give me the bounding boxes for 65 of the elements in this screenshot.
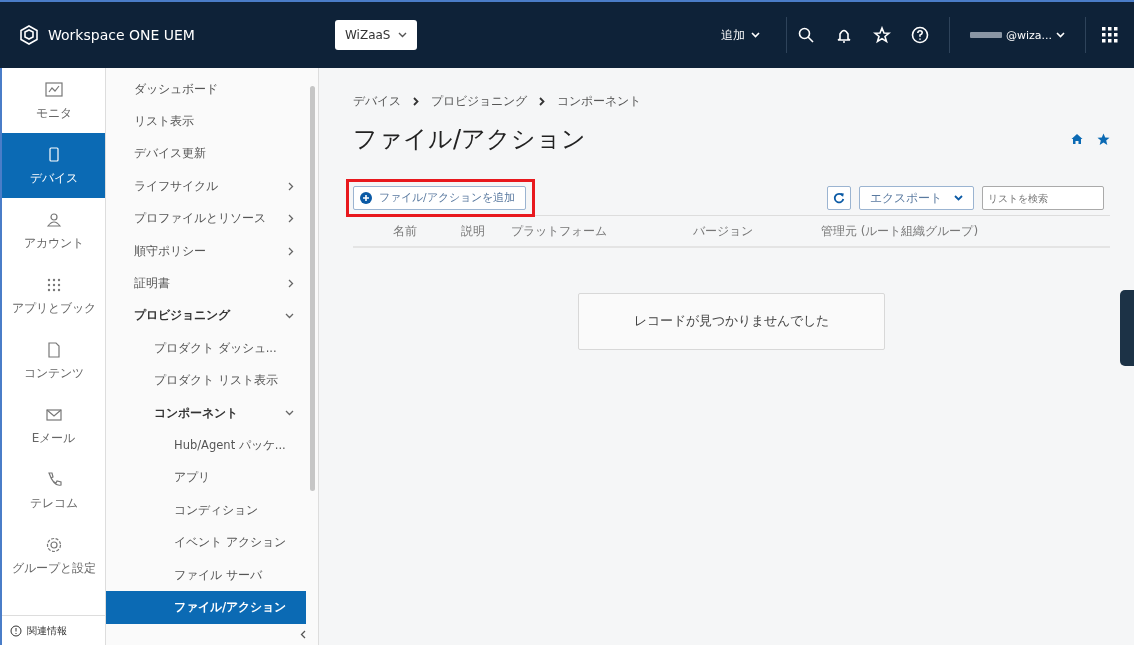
- chevron-right-icon: [288, 181, 294, 191]
- chevron-right-icon: [413, 97, 419, 106]
- collapse-button[interactable]: [300, 629, 306, 639]
- column-header[interactable]: 名前: [393, 222, 461, 240]
- logo-icon: [18, 24, 40, 46]
- scrollbar[interactable]: [310, 86, 315, 491]
- breadcrumb-link[interactable]: コンポーネント: [557, 94, 641, 109]
- home-icon: [1071, 132, 1083, 145]
- add-menu[interactable]: 追加: [714, 25, 766, 45]
- chevron-right-icon: [288, 279, 294, 289]
- search-field[interactable]: リストを検索: [982, 186, 1104, 210]
- export-button[interactable]: エクスポート: [859, 186, 974, 210]
- search-icon: [796, 26, 815, 44]
- nav-item[interactable]: 順守ポリシー: [106, 234, 306, 268]
- grid-icon: [1102, 27, 1118, 43]
- chevron-down-icon: [285, 312, 294, 319]
- chevron-right-icon: [288, 246, 294, 256]
- nav-item[interactable]: プロダクト ダッシュ...: [106, 332, 306, 365]
- star-icon: [872, 26, 891, 44]
- nav-item[interactable]: プロダクト リスト表示: [106, 364, 306, 397]
- caret-icon: [750, 32, 760, 38]
- favorite-button[interactable]: [1097, 132, 1110, 146]
- organization-selector[interactable]: WiZaaS: [335, 20, 418, 50]
- empty-message: レコードが見つかりませんでした: [578, 293, 885, 350]
- info-icon: [10, 624, 22, 637]
- caret-icon: [398, 32, 408, 38]
- plus-circle-icon: [360, 192, 372, 204]
- column-header[interactable]: バージョン: [693, 222, 821, 240]
- column-header[interactable]: 管理元 (ルート組織グループ): [821, 222, 1051, 240]
- nav-item[interactable]: イベント アクション: [106, 526, 306, 559]
- star-icon: [1097, 132, 1110, 146]
- nav-item[interactable]: 証明書: [106, 267, 306, 300]
- monitor-icon: [43, 79, 64, 100]
- chevron-down-icon: [285, 410, 294, 417]
- rail-item[interactable]: デバイス: [2, 133, 105, 198]
- chevron-right-icon: [288, 214, 294, 224]
- nav-item[interactable]: アプリ: [106, 461, 306, 495]
- breadcrumb-link[interactable]: プロビジョニング: [431, 94, 527, 109]
- nav-item[interactable]: リスト表示: [106, 105, 306, 138]
- add-file-action-button[interactable]: ファイル/アクションを追加: [353, 186, 526, 210]
- caret-icon: [954, 195, 963, 201]
- home-button[interactable]: [1071, 132, 1083, 146]
- help-icon: [910, 26, 929, 44]
- column-header[interactable]: 説明: [461, 222, 511, 240]
- page-title: ファイル/アクション: [353, 124, 587, 155]
- nav-item[interactable]: ファイル/アクション: [106, 591, 306, 624]
- product-name: Workspace ONE UEM: [48, 27, 195, 43]
- nav-item[interactable]: コンポーネント: [106, 396, 306, 430]
- refresh-icon: [833, 192, 845, 204]
- nav-item[interactable]: デバイス更新: [106, 137, 306, 171]
- chevron-left-icon: [300, 629, 306, 639]
- caret-icon: [1056, 32, 1065, 38]
- nav-item[interactable]: ダッシュボード: [106, 73, 306, 106]
- account-menu[interactable]: @wiza...: [963, 27, 1071, 43]
- nav-item[interactable]: コンディション: [106, 494, 306, 527]
- chevron-right-icon: [539, 97, 545, 106]
- refresh-button[interactable]: [827, 186, 851, 210]
- nav-item[interactable]: プロファイルとリソース: [106, 202, 306, 235]
- nav-item[interactable]: ファイル サーバ: [106, 558, 306, 592]
- nav-item[interactable]: ライフサイクル: [106, 170, 306, 203]
- nav-item[interactable]: プロビジョニング: [106, 299, 306, 333]
- column-header[interactable]: プラットフォーム: [511, 222, 693, 240]
- nav-item[interactable]: Hub/Agent パッケ...: [106, 429, 306, 462]
- breadcrumb-link[interactable]: デバイス: [353, 94, 401, 109]
- redaction-bar: [969, 32, 1002, 38]
